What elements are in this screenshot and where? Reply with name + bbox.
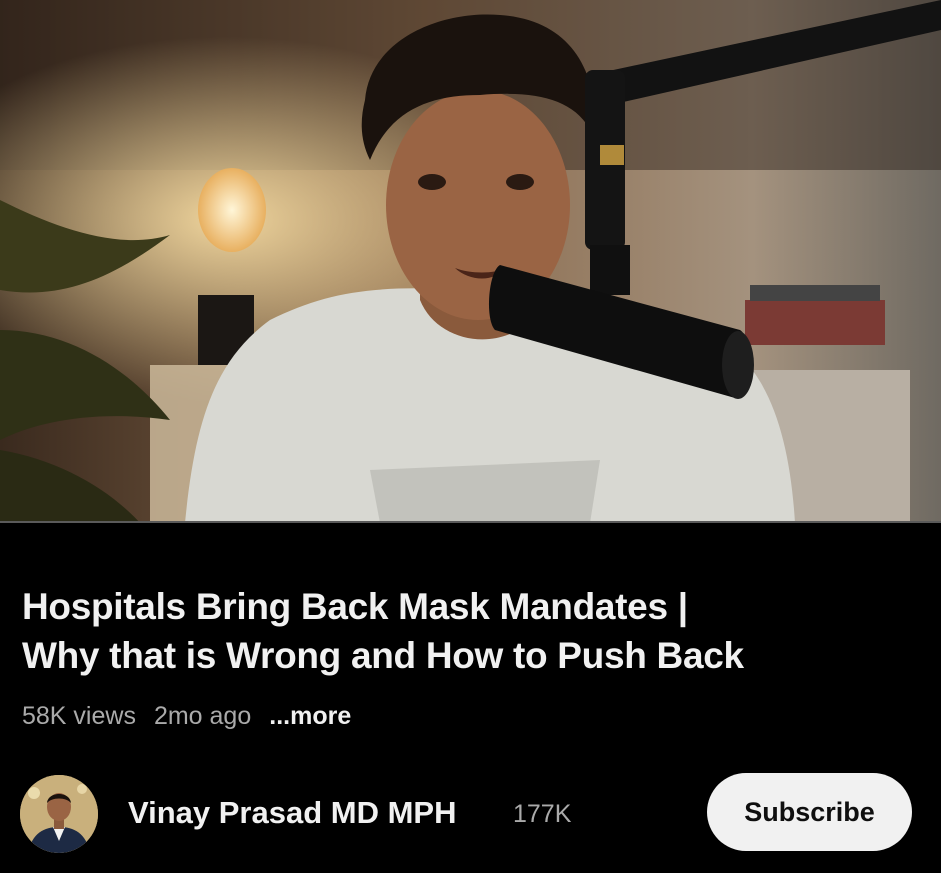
video-metadata: 58K views 2mo ago ...more xyxy=(22,700,351,732)
channel-name[interactable]: Vinay Prasad MD MPH xyxy=(128,795,456,831)
video-player[interactable] xyxy=(0,0,941,523)
video-title: Hospitals Bring Back Mask Mandates | Why… xyxy=(22,582,922,680)
video-frame-image xyxy=(0,0,941,523)
video-title-line-2: Why that is Wrong and How to Push Back xyxy=(22,635,744,676)
video-progress-bar[interactable] xyxy=(0,521,941,523)
channel-row: Vinay Prasad MD MPH 177K Subscribe xyxy=(20,773,912,853)
subscriber-count: 177K xyxy=(513,800,572,828)
upload-age: 2mo ago xyxy=(153,702,252,730)
video-title-line-1: Hospitals Bring Back Mask Mandates | xyxy=(22,586,688,627)
subscribe-button[interactable]: Subscribe xyxy=(707,773,912,851)
channel-avatar-icon[interactable] xyxy=(20,775,98,853)
view-count: 58K views xyxy=(22,702,136,730)
show-more-link[interactable]: ...more xyxy=(269,700,351,732)
